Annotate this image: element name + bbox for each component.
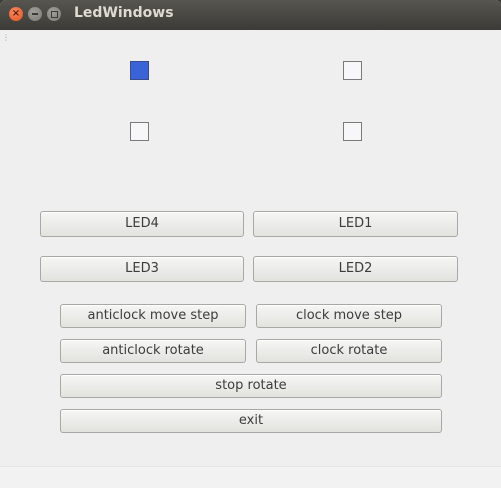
app-window: × LedWindows ⋮ LED4 LED1 LED3 LED2 antic… bbox=[0, 0, 501, 488]
window-title: LedWindows bbox=[74, 5, 174, 21]
led-indicator-led1 bbox=[343, 61, 362, 80]
stop-rotate-button[interactable]: stop rotate bbox=[60, 374, 442, 398]
led2-button[interactable]: LED2 bbox=[253, 256, 458, 282]
status-bar bbox=[0, 466, 501, 488]
resize-grip-icon: ⋮ bbox=[2, 33, 10, 42]
titlebar: × LedWindows bbox=[0, 0, 501, 30]
led3-button[interactable]: LED3 bbox=[40, 256, 244, 282]
anticlock-move-step-button[interactable]: anticlock move step bbox=[60, 304, 246, 328]
led-indicator-led2 bbox=[343, 122, 362, 141]
exit-button[interactable]: exit bbox=[60, 409, 442, 433]
close-icon[interactable]: × bbox=[9, 7, 23, 21]
led4-button[interactable]: LED4 bbox=[40, 211, 244, 237]
minimize-icon[interactable] bbox=[28, 7, 42, 21]
led-indicator-led4 bbox=[130, 61, 149, 80]
maximize-icon[interactable] bbox=[47, 7, 61, 21]
clock-rotate-button[interactable]: clock rotate bbox=[256, 339, 442, 363]
led-indicator-led3 bbox=[130, 122, 149, 141]
led1-button[interactable]: LED1 bbox=[253, 211, 458, 237]
anticlock-rotate-button[interactable]: anticlock rotate bbox=[60, 339, 246, 363]
clock-move-step-button[interactable]: clock move step bbox=[256, 304, 442, 328]
